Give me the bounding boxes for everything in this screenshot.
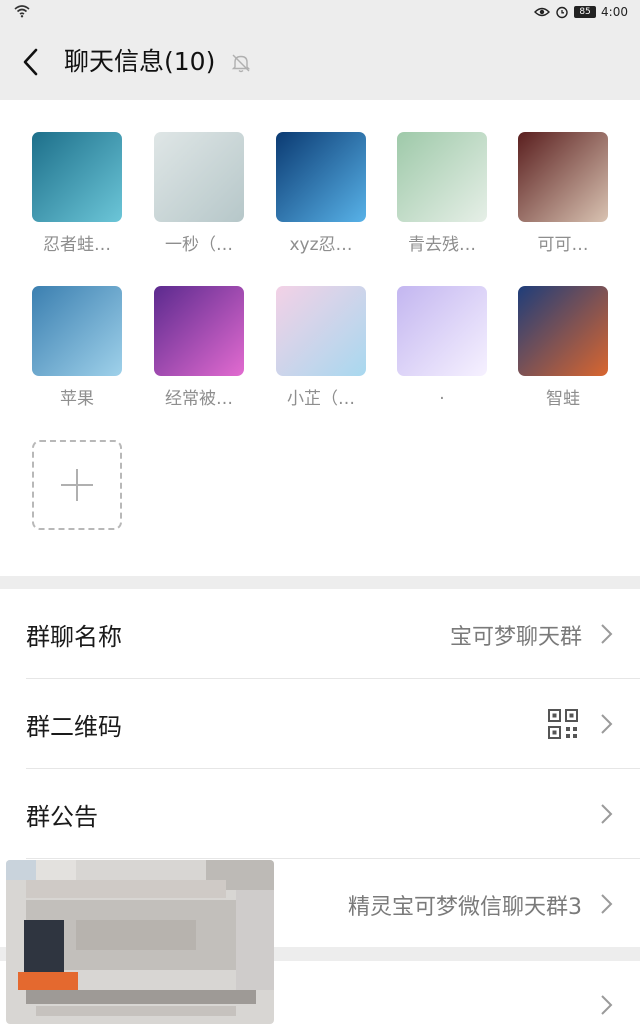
group-qrcode-row[interactable]: 群二维码 xyxy=(0,679,640,769)
member-name: 苹果 xyxy=(60,389,94,409)
member-name: 青去残… xyxy=(408,235,476,255)
chevron-right-icon xyxy=(601,804,613,824)
mute-bell-icon xyxy=(231,54,251,73)
member-item[interactable]: 苹果 xyxy=(16,286,138,426)
group-qrcode-label: 群二维码 xyxy=(26,713,122,741)
member-avatar xyxy=(154,286,244,376)
wifi-icon xyxy=(14,5,30,18)
member-avatar xyxy=(32,286,122,376)
battery-indicator: 85 xyxy=(574,6,597,18)
chevron-right-icon xyxy=(601,995,613,1015)
chevron-right-icon xyxy=(601,624,613,644)
member-name: 一秒（… xyxy=(165,235,233,255)
group-name-value: 宝可梦聊天群 xyxy=(449,625,582,650)
chevron-right-icon xyxy=(601,894,613,914)
nav-bar: 聊天信息(10) xyxy=(0,24,640,100)
member-name: 智蛙 xyxy=(546,389,580,409)
member-item[interactable]: 忍者蛙… xyxy=(16,132,138,272)
member-avatar xyxy=(276,286,366,376)
member-avatar xyxy=(32,132,122,222)
member-name: 经常被… xyxy=(165,389,233,409)
member-name: 忍者蛙… xyxy=(43,235,111,255)
eye-icon xyxy=(534,7,551,17)
page-title: 聊天信息(10) xyxy=(64,47,216,76)
member-name: . xyxy=(439,384,445,404)
member-item[interactable]: 青去残… xyxy=(381,132,503,272)
member-grid: 忍者蛙… 一秒（… xyz忍… 青去残… 可可… 苹果 经常被… 小芷（…. 智蛙 xyxy=(0,100,640,576)
member-avatar xyxy=(276,132,366,222)
back-icon[interactable] xyxy=(16,46,48,78)
member-item[interactable]: . xyxy=(381,286,503,426)
group-notice-label: 群公告 xyxy=(26,803,98,831)
group-name-row[interactable]: 群聊名称 宝可梦聊天群 xyxy=(0,589,640,679)
member-name: 可可… xyxy=(537,235,589,255)
member-item[interactable]: 经常被… xyxy=(138,286,260,426)
member-item[interactable]: 一秒（… xyxy=(138,132,260,272)
group-name-label: 群聊名称 xyxy=(26,623,122,651)
member-avatar xyxy=(518,286,608,376)
alarm-icon xyxy=(556,6,568,19)
member-name: xyz忍… xyxy=(289,235,353,255)
add-member-button[interactable] xyxy=(32,440,122,530)
clock: 4:00 xyxy=(601,5,628,19)
qr-code-icon xyxy=(548,709,578,739)
member-avatar xyxy=(154,132,244,222)
status-bar: 85 4:00 xyxy=(0,0,640,24)
member-item[interactable]: xyz忍… xyxy=(260,132,382,272)
plus-icon xyxy=(61,469,93,501)
group-notice-row[interactable]: 群公告 xyxy=(0,769,640,859)
member-name: 小芷（… xyxy=(287,389,355,409)
member-item[interactable]: 可可… xyxy=(502,132,624,272)
pixelated-thumbnail xyxy=(6,860,274,1024)
member-avatar xyxy=(518,132,608,222)
group-remark-value: 精灵宝可梦微信聊天群3 xyxy=(348,895,582,920)
member-avatar xyxy=(397,132,487,222)
member-item[interactable]: 小芷（… xyxy=(260,286,382,426)
chevron-right-icon xyxy=(601,714,613,734)
member-avatar xyxy=(397,286,487,376)
member-item[interactable]: 智蛙 xyxy=(502,286,624,426)
